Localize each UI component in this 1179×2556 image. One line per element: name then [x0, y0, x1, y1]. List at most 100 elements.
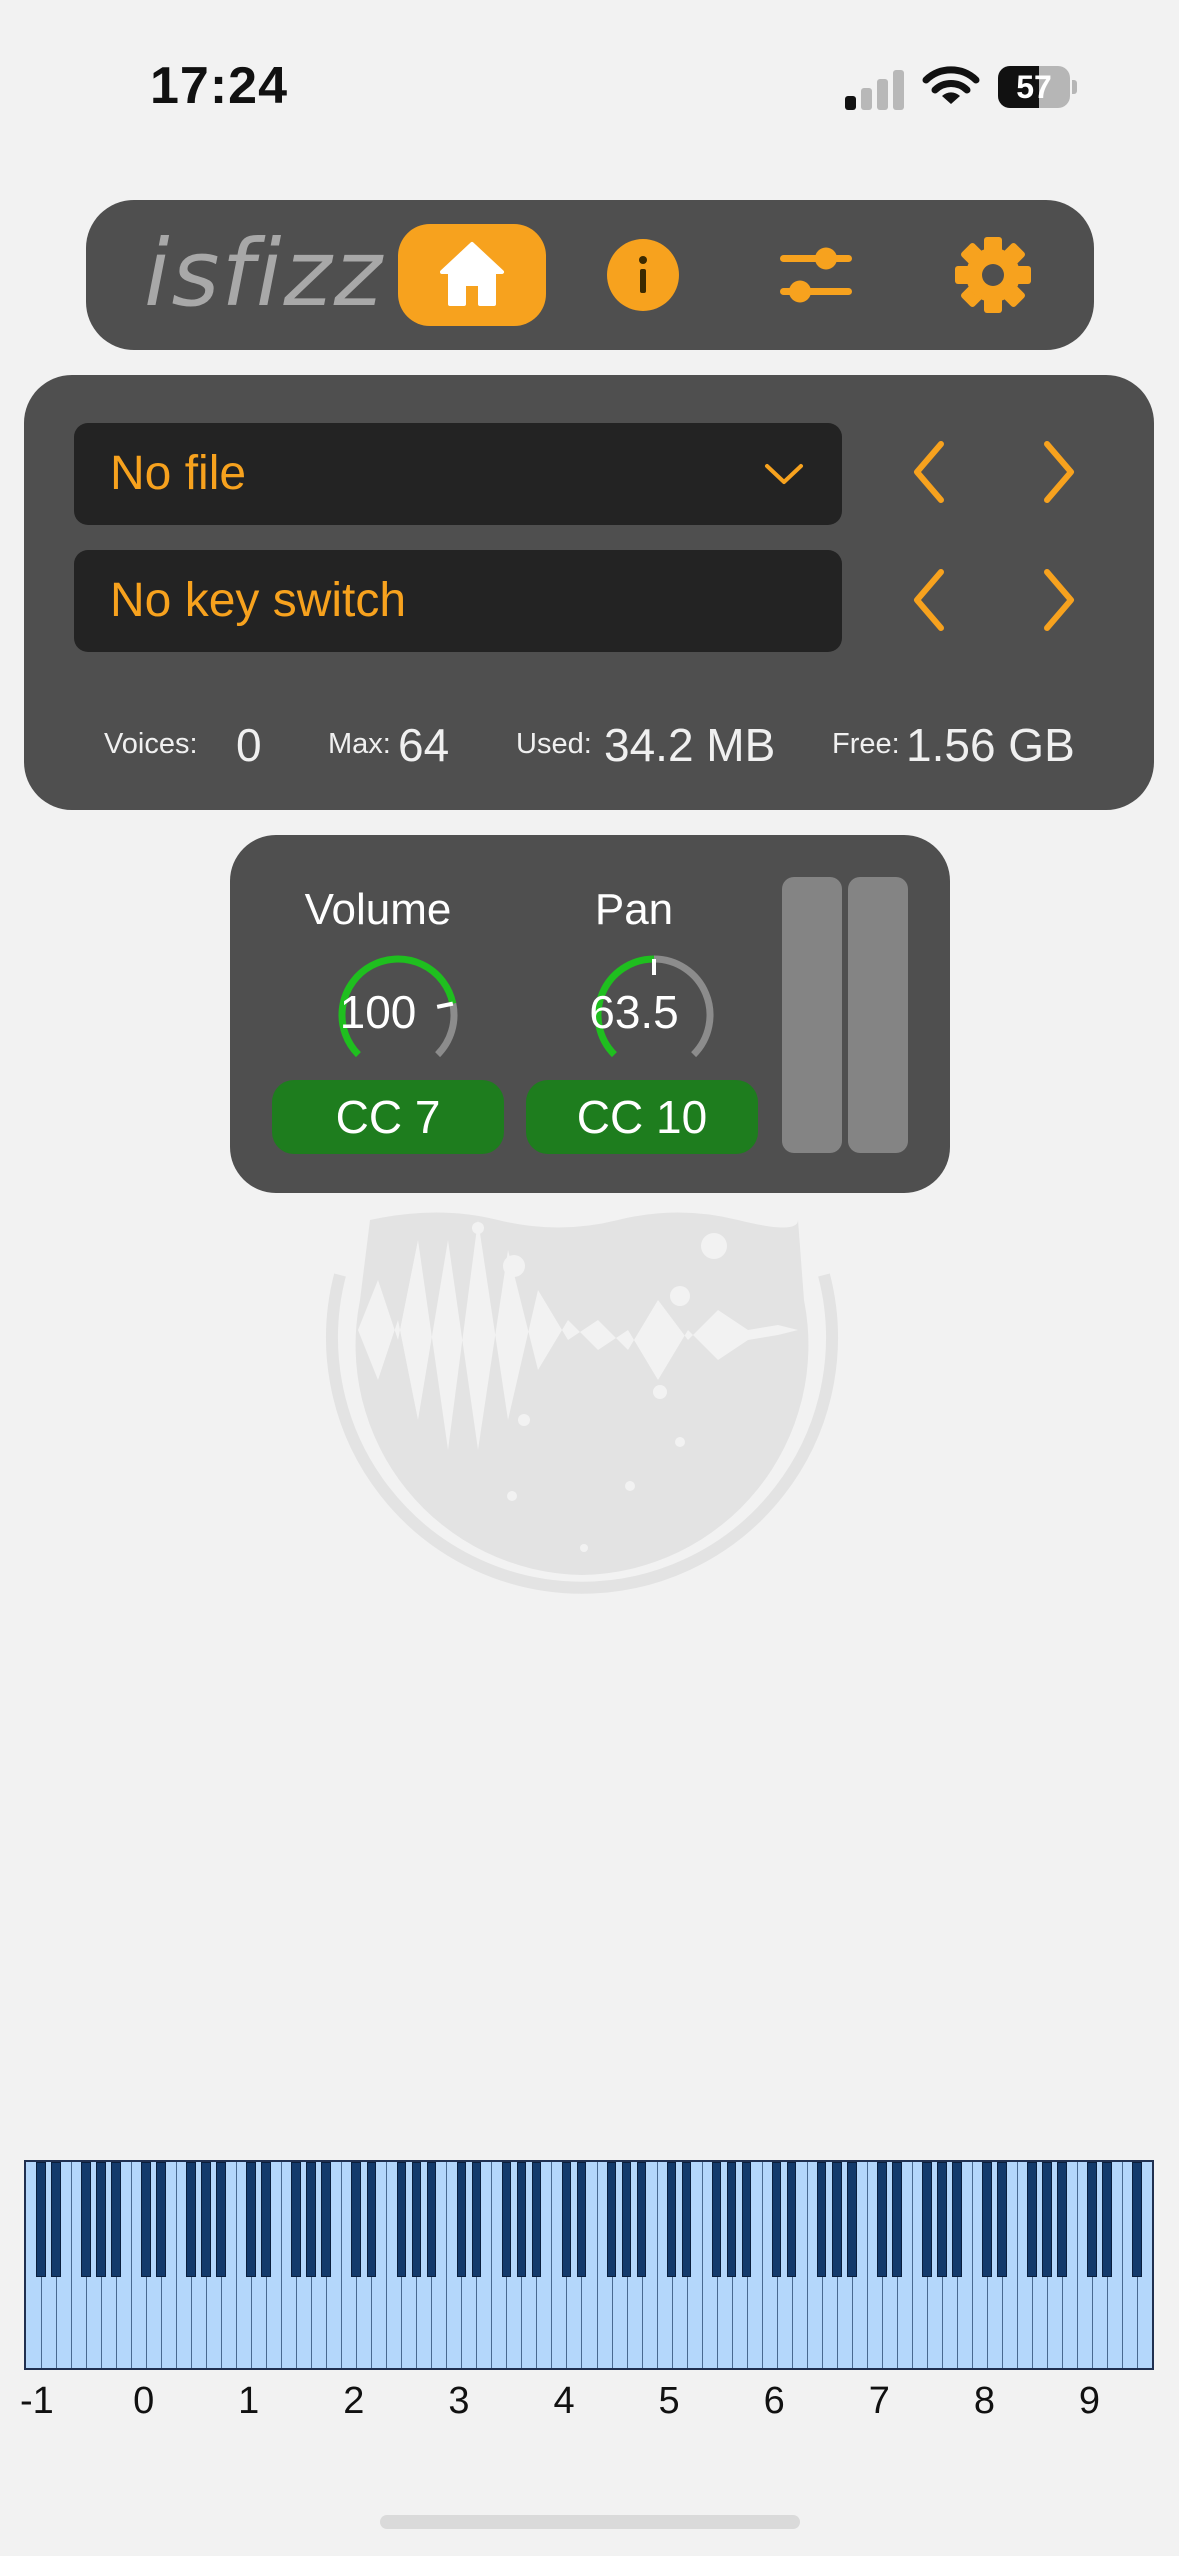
memory-free-value: 1.56 GB — [906, 719, 1075, 771]
black-key[interactable] — [876, 2162, 887, 2278]
voices-value: 0 — [236, 719, 262, 771]
white-key-divider — [701, 2162, 703, 2368]
black-key[interactable] — [96, 2162, 106, 2278]
chevron-right-icon — [1044, 569, 1074, 631]
black-key[interactable] — [636, 2162, 647, 2278]
black-key[interactable] — [531, 2162, 542, 2278]
previous-key-switch-button[interactable] — [901, 560, 961, 640]
black-key[interactable] — [606, 2162, 617, 2278]
octave-label: 6 — [763, 2380, 785, 2422]
piano-keyboard[interactable] — [24, 2160, 1154, 2370]
black-key[interactable] — [1102, 2162, 1112, 2278]
cellular-signal-icon — [845, 66, 905, 110]
key-switch-field[interactable]: No key switch — [74, 550, 842, 652]
octave-label: 7 — [868, 2380, 890, 2422]
info-tab-button[interactable] — [606, 238, 680, 312]
black-key[interactable] — [501, 2162, 512, 2278]
chevron-down-icon — [765, 464, 803, 484]
black-key[interactable] — [771, 2162, 782, 2278]
white-key-divider — [491, 2162, 493, 2368]
memory-used-value: 34.2 MB — [604, 719, 776, 771]
file-select-dropdown[interactable]: No file — [74, 423, 842, 525]
black-key[interactable] — [366, 2162, 377, 2278]
pan-label: Pan — [594, 885, 674, 934]
black-key[interactable] — [261, 2162, 271, 2278]
home-tab-button[interactable] — [398, 224, 546, 326]
black-key[interactable] — [306, 2162, 317, 2278]
key-switch-label: No key switch — [110, 574, 407, 627]
black-key[interactable] — [516, 2162, 527, 2278]
black-key[interactable] — [111, 2162, 121, 2278]
black-key[interactable] — [471, 2162, 482, 2278]
black-key[interactable] — [982, 2162, 992, 2278]
white-key-divider — [71, 2162, 73, 2368]
black-key[interactable] — [561, 2162, 572, 2278]
black-key[interactable] — [921, 2162, 932, 2278]
octave-label: 4 — [553, 2380, 575, 2422]
black-key[interactable] — [1087, 2162, 1097, 2278]
previous-file-button[interactable] — [901, 432, 961, 512]
white-key-divider — [446, 2162, 448, 2368]
black-key[interactable] — [846, 2162, 857, 2278]
black-key[interactable] — [396, 2162, 407, 2278]
sliders-icon — [780, 247, 852, 303]
black-key[interactable] — [1132, 2162, 1142, 2278]
next-file-button[interactable] — [1027, 432, 1087, 512]
app-logo-watermark — [326, 1212, 838, 1594]
wifi-icon — [922, 64, 980, 108]
volume-value: 100 — [339, 986, 417, 1038]
black-key[interactable] — [666, 2162, 677, 2278]
white-key-divider — [806, 2162, 808, 2368]
gear-icon — [955, 237, 1031, 313]
black-key[interactable] — [291, 2162, 302, 2278]
black-key[interactable] — [426, 2162, 437, 2278]
white-key-divider — [1076, 2162, 1078, 2368]
black-key[interactable] — [201, 2162, 211, 2278]
next-key-switch-button[interactable] — [1027, 560, 1087, 640]
black-key[interactable] — [81, 2162, 91, 2278]
black-key[interactable] — [411, 2162, 422, 2278]
black-key[interactable] — [1027, 2162, 1037, 2278]
black-key[interactable] — [351, 2162, 362, 2278]
battery-icon: 57 — [998, 66, 1078, 108]
black-key[interactable] — [156, 2162, 166, 2278]
white-key-divider — [386, 2162, 388, 2368]
black-key[interactable] — [681, 2162, 692, 2278]
black-key[interactable] — [937, 2162, 947, 2278]
black-key[interactable] — [51, 2162, 61, 2278]
black-key[interactable] — [246, 2162, 256, 2278]
black-key[interactable] — [621, 2162, 632, 2278]
black-key[interactable] — [1057, 2162, 1067, 2278]
black-key[interactable] — [141, 2162, 151, 2278]
pan-value: 63.5 — [589, 986, 679, 1038]
black-key[interactable] — [186, 2162, 196, 2278]
black-key[interactable] — [216, 2162, 226, 2278]
black-key[interactable] — [456, 2162, 467, 2278]
black-key[interactable] — [952, 2162, 962, 2278]
controls-tab-button[interactable] — [778, 240, 854, 310]
octave-label: 2 — [343, 2380, 365, 2422]
black-key[interactable] — [891, 2162, 902, 2278]
black-key[interactable] — [726, 2162, 737, 2278]
black-key[interactable] — [831, 2162, 842, 2278]
black-key[interactable] — [711, 2162, 722, 2278]
white-key-divider — [596, 2162, 598, 2368]
pan-cc-button[interactable]: CC 10 — [526, 1080, 758, 1154]
settings-tab-button[interactable] — [954, 236, 1032, 314]
black-key[interactable] — [997, 2162, 1007, 2278]
black-key[interactable] — [786, 2162, 797, 2278]
black-key[interactable] — [741, 2162, 752, 2278]
battery-percent: 57 — [1016, 69, 1052, 105]
max-voices-label: Max: — [328, 728, 391, 760]
black-key[interactable] — [576, 2162, 587, 2278]
chevron-left-icon — [914, 569, 944, 631]
black-key[interactable] — [36, 2162, 46, 2278]
black-key[interactable] — [816, 2162, 827, 2278]
chevron-left-icon — [914, 441, 944, 503]
black-key[interactable] — [1042, 2162, 1052, 2278]
black-key[interactable] — [321, 2162, 332, 2278]
octave-label: 5 — [658, 2380, 680, 2422]
mixer-panel: Volume 100 CC 7 Pan 63.5 CC 10 — [230, 835, 950, 1193]
volume-cc-button[interactable]: CC 7 — [272, 1080, 504, 1154]
octave-label: 0 — [133, 2380, 155, 2422]
